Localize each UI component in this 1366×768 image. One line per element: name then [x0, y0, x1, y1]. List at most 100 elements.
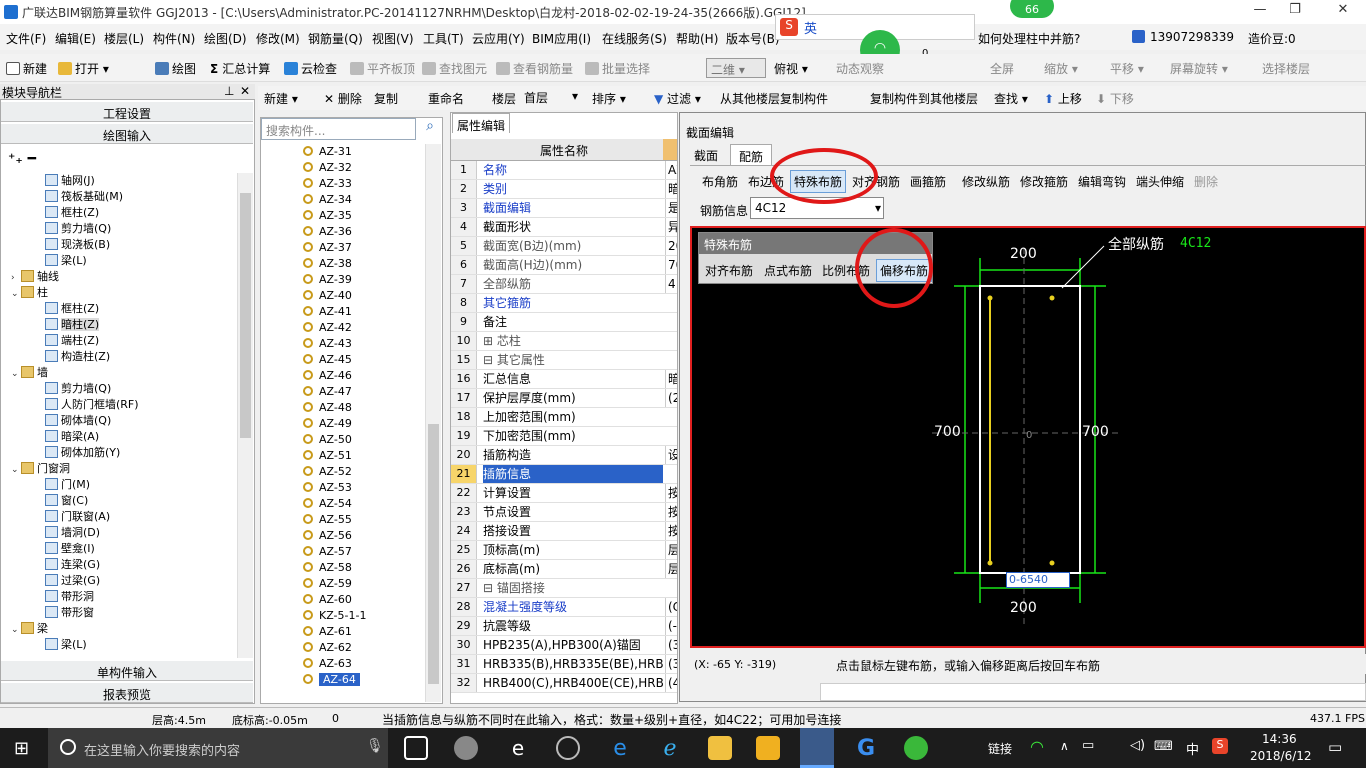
- tray-volume-icon[interactable]: ◁): [1130, 738, 1145, 753]
- component-list-item[interactable]: AZ-40: [303, 288, 352, 304]
- section-canvas[interactable]: 200 200 700 700 0 全部纵筋 4C12 0-6540: [690, 226, 1366, 648]
- rename-button[interactable]: 重命名: [428, 90, 464, 107]
- dialog-hscroll[interactable]: [820, 683, 1366, 701]
- component-list-item[interactable]: AZ-31: [303, 144, 352, 160]
- property-row[interactable]: 31 HRB335(B),HRB335E(BE),HRBF(3: [451, 655, 677, 674]
- menu-help[interactable]: 帮助(H): [676, 30, 718, 47]
- property-value[interactable]: 20: [665, 237, 677, 255]
- component-list-item[interactable]: AZ-61: [303, 624, 352, 640]
- green-app-icon[interactable]: [904, 736, 928, 760]
- nav-section-single-input[interactable]: 单构件输入: [1, 661, 253, 681]
- summary-calc-button[interactable]: Σ 汇总计算: [210, 60, 270, 77]
- property-row[interactable]: 16 汇总信息 暗: [451, 370, 677, 389]
- batch-select-button[interactable]: 批量选择: [585, 60, 650, 77]
- nav-tree-item[interactable]: 构造柱(Z): [45, 349, 110, 365]
- chevron-down-icon[interactable]: ⌄: [11, 366, 21, 382]
- view-mode-select[interactable]: 二维 ▾: [706, 58, 766, 78]
- nav-section-report-preview[interactable]: 报表预览: [1, 683, 253, 703]
- chevron-right-icon[interactable]: ›: [11, 270, 21, 286]
- nav-tree-item[interactable]: ⌄ 柱: [11, 285, 48, 301]
- nav-tree-item[interactable]: 现浇板(B): [45, 237, 110, 253]
- find-button[interactable]: 查找 ▾: [994, 90, 1028, 107]
- tray-link[interactable]: 链接: [988, 740, 1012, 757]
- nav-tree-item[interactable]: 梁(L): [45, 637, 87, 653]
- modify-stirrup-button[interactable]: 修改箍筋: [1020, 173, 1068, 190]
- property-row[interactable]: 22 计算设置 按: [451, 484, 677, 503]
- align-slab-button[interactable]: 平齐板顶: [350, 60, 415, 77]
- menu-edit[interactable]: 编辑(E): [55, 30, 96, 47]
- property-row[interactable]: 18 上加密范围(mm): [451, 408, 677, 427]
- property-value[interactable]: 按: [665, 522, 677, 540]
- nav-tree-item[interactable]: 带形窗: [45, 605, 94, 621]
- new-button[interactable]: 新建: [6, 60, 47, 77]
- component-list-item[interactable]: AZ-45: [303, 352, 352, 368]
- component-list-item[interactable]: AZ-58: [303, 560, 352, 576]
- offset-input[interactable]: 0-6540: [1006, 572, 1070, 588]
- glodon-app-icon[interactable]: [800, 728, 834, 768]
- property-row[interactable]: 29 抗震等级 (-: [451, 617, 677, 636]
- select-floor-button[interactable]: 选择楼层: [1262, 60, 1310, 77]
- edge-legacy-icon[interactable]: e: [506, 736, 530, 760]
- property-row[interactable]: 7 全部纵筋 4: [451, 275, 677, 294]
- top-view-button[interactable]: 俯视 ▾: [774, 60, 808, 77]
- chevron-down-icon[interactable]: ⌄: [11, 462, 21, 478]
- nav-tree-item[interactable]: 门联窗(A): [45, 509, 110, 525]
- property-value[interactable]: 层: [665, 560, 677, 578]
- nav-section-project-settings[interactable]: 工程设置: [1, 102, 253, 122]
- component-list-item[interactable]: AZ-53: [303, 480, 352, 496]
- component-list-item[interactable]: AZ-62: [303, 640, 352, 656]
- nav-tree-item[interactable]: 剪力墙(Q): [45, 221, 111, 237]
- taskbar-search[interactable]: 在这里输入你要搜索的内容 🎙: [48, 728, 388, 768]
- property-value[interactable]: (2: [665, 389, 677, 407]
- end-stretch-button[interactable]: 端头伸缩: [1136, 173, 1184, 190]
- menu-version[interactable]: 版本号(B): [726, 30, 780, 47]
- wifi-tray-icon[interactable]: ◠: [1030, 737, 1044, 756]
- new-component-button[interactable]: 新建 ▾: [264, 90, 298, 107]
- component-list-scrollbar[interactable]: [425, 144, 441, 702]
- menu-bim[interactable]: BIM应用(I): [532, 30, 591, 47]
- property-row[interactable]: 21 插筋信息: [451, 465, 677, 484]
- property-row[interactable]: 23 节点设置 按: [451, 503, 677, 522]
- nav-tree-item[interactable]: 窗(C): [45, 493, 88, 509]
- property-value[interactable]: 70: [665, 256, 677, 274]
- nav-tree-item[interactable]: 壁龛(I): [45, 541, 95, 557]
- notes-app-icon[interactable]: [756, 736, 780, 760]
- tab-rebar[interactable]: 配筋: [730, 144, 773, 165]
- filter-button[interactable]: ▼ 过滤 ▾: [654, 90, 701, 107]
- component-list-item[interactable]: AZ-63: [303, 656, 352, 672]
- explorer-icon[interactable]: [708, 736, 732, 760]
- property-row[interactable]: 32 HRB400(C),HRB400E(CE),HRBF(4: [451, 674, 677, 693]
- nav-scroll-thumb[interactable]: [240, 193, 251, 438]
- component-list-item[interactable]: AZ-54: [303, 496, 352, 512]
- tray-up-icon[interactable]: ∧: [1060, 739, 1069, 753]
- floor-select[interactable]: 首层 ▾: [520, 88, 582, 107]
- property-value[interactable]: (4: [665, 674, 677, 692]
- component-list-item[interactable]: AZ-60: [303, 592, 352, 608]
- nav-tree-item[interactable]: 带形洞: [45, 589, 94, 605]
- property-row[interactable]: 8 其它箍筋: [451, 294, 677, 313]
- nav-tree-item[interactable]: ⌄ 墙: [11, 365, 48, 381]
- delete-rebar-button[interactable]: 删除: [1194, 173, 1218, 190]
- property-edit-tab[interactable]: 属性编辑: [452, 113, 510, 133]
- nav-tree-item[interactable]: ⌄ 门窗洞: [11, 461, 70, 477]
- tray-lang[interactable]: 中: [1186, 739, 1199, 758]
- edge-icon[interactable]: e: [608, 736, 632, 761]
- component-list-item[interactable]: AZ-56: [303, 528, 352, 544]
- sort-button[interactable]: 排序 ▾: [592, 90, 626, 107]
- component-list-item[interactable]: AZ-48: [303, 400, 352, 416]
- property-row[interactable]: 25 顶标高(m) 层: [451, 541, 677, 560]
- component-list-item[interactable]: AZ-57: [303, 544, 352, 560]
- component-list-item[interactable]: AZ-36: [303, 224, 352, 240]
- nav-tree-item[interactable]: 暗柱(Z): [45, 317, 100, 333]
- property-value[interactable]: (3: [665, 636, 677, 654]
- tab-section[interactable]: 截面: [686, 144, 726, 165]
- menu-tools[interactable]: 工具(T): [423, 30, 464, 47]
- nav-tree-item[interactable]: ⌄ 梁: [11, 621, 48, 637]
- pan-button[interactable]: 平移 ▾: [1110, 60, 1144, 77]
- nav-tree-item[interactable]: 筏板基础(M): [45, 189, 123, 205]
- component-list-item[interactable]: AZ-64: [303, 672, 360, 688]
- g-app-icon[interactable]: G: [854, 736, 878, 761]
- nav-section-draw-input[interactable]: 绘图输入: [1, 124, 253, 144]
- nav-tree-item[interactable]: 人防门框墙(RF): [45, 397, 139, 413]
- component-list-item[interactable]: AZ-35: [303, 208, 352, 224]
